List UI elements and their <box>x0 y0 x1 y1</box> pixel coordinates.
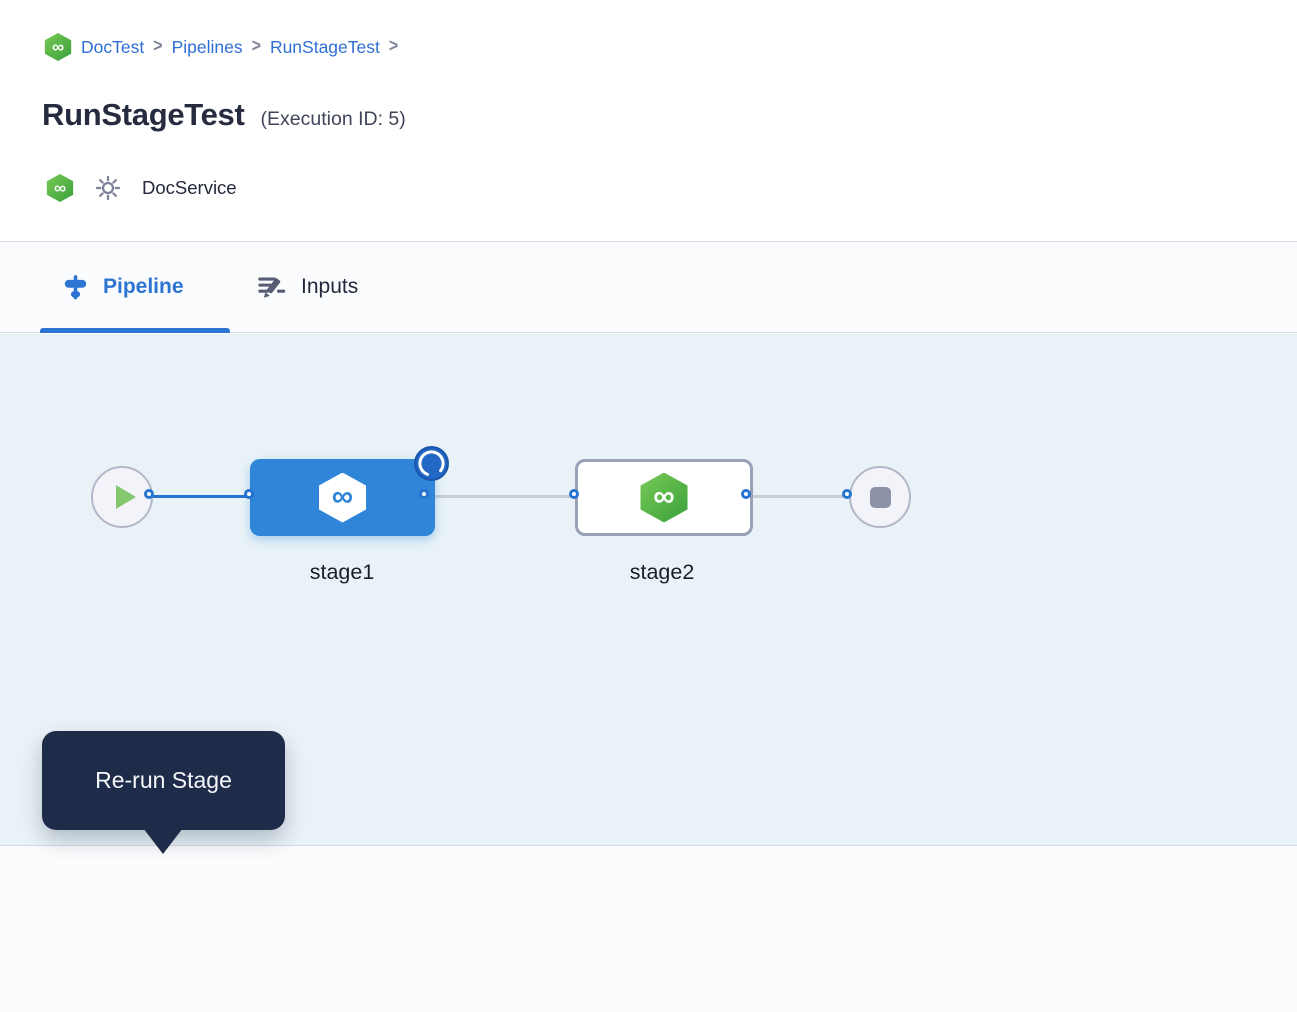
stage-node-stage1[interactable]: ∞ <box>250 459 435 536</box>
page-title: RunStageTest <box>42 97 245 133</box>
breadcrumb: ∞ DocTest > Pipelines > RunStageTest > <box>44 33 398 61</box>
tab-inputs[interactable]: Inputs <box>256 242 358 332</box>
edge-stage2-to-end <box>751 495 850 498</box>
tab-inputs-label: Inputs <box>301 275 358 299</box>
breadcrumb-separator: > <box>153 37 162 58</box>
connector-dot <box>741 489 751 499</box>
inputs-edit-icon <box>256 273 287 301</box>
connector-dot <box>144 489 154 499</box>
stage1-hexagon-icon: ∞ <box>318 473 368 523</box>
pipeline-tab-icon <box>62 274 89 301</box>
breadcrumb-separator: > <box>389 37 398 58</box>
breadcrumb-link-project[interactable]: DocTest <box>81 37 144 58</box>
edge-stage1-to-stage2 <box>430 495 577 498</box>
service-name[interactable]: DocService <box>142 177 237 199</box>
stage-details-bar: stage1 Started at: 15/11/2021, 11:34:54 … <box>0 845 1297 1012</box>
connector-dot <box>419 489 429 499</box>
rerun-stage-tooltip: Re-run Stage <box>42 731 285 830</box>
running-spinner-icon <box>413 445 450 487</box>
tab-pipeline[interactable]: Pipeline <box>62 242 184 332</box>
pipeline-start-node[interactable] <box>91 466 153 528</box>
stop-square-icon <box>870 487 891 508</box>
connector-dot <box>842 489 852 499</box>
breadcrumb-link-pipeline[interactable]: RunStageTest <box>270 37 380 58</box>
stage1-label: stage1 <box>252 560 432 585</box>
tab-bar: Pipeline Inputs <box>0 241 1297 333</box>
connector-dot <box>569 489 579 499</box>
page-title-row: RunStageTest (Execution ID: 5) <box>42 97 406 133</box>
breadcrumb-separator: > <box>252 37 261 58</box>
pipeline-hexagon-icon: ∞ <box>46 174 74 202</box>
pipeline-execution-screen: ∞ DocTest > Pipelines > RunStageTest > R… <box>0 0 1297 1012</box>
pipeline-entities-row: ∞ DocService <box>46 173 237 203</box>
breadcrumb-link-pipelines[interactable]: Pipelines <box>172 37 243 58</box>
stage-node-stage2[interactable]: ∞ <box>575 459 753 536</box>
tooltip-arrow <box>143 828 183 854</box>
edge-start-to-stage1 <box>152 495 252 498</box>
play-icon <box>116 485 136 509</box>
stage2-label: stage2 <box>572 560 752 585</box>
tab-pipeline-label: Pipeline <box>103 275 184 299</box>
gear-icon <box>95 175 121 201</box>
execution-id: (Execution ID: 5) <box>261 108 406 131</box>
active-tab-underline <box>40 328 230 333</box>
tooltip-text: Re-run Stage <box>95 767 232 794</box>
pipeline-logo-icon: ∞ <box>44 33 72 61</box>
pipeline-end-node[interactable] <box>849 466 911 528</box>
stage2-hexagon-icon: ∞ <box>639 473 689 523</box>
connector-dot <box>244 489 254 499</box>
